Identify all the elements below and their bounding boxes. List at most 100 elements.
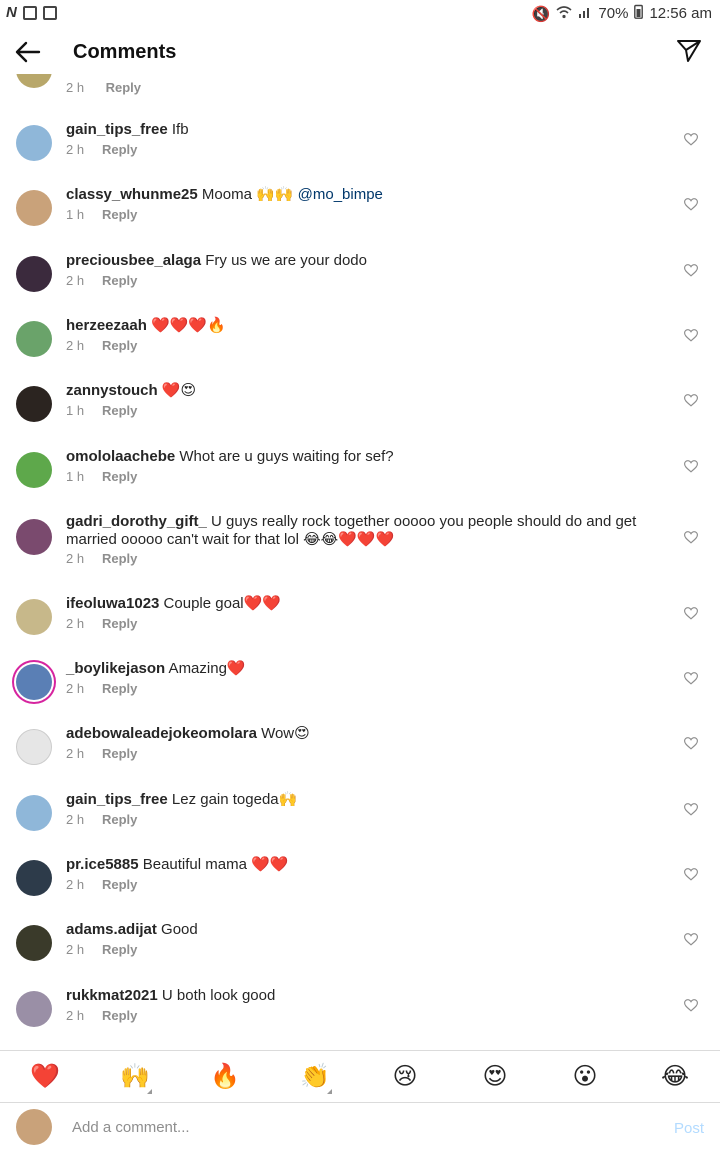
crying-face-emoji[interactable]: 😢 (385, 1063, 425, 1091)
reply-button[interactable]: Reply (102, 681, 137, 696)
reply-button[interactable]: Reply (102, 338, 137, 353)
avatar[interactable] (16, 925, 52, 962)
comment-body: U both look good (157, 986, 276, 1004)
comment-username[interactable]: gadri_dorothy_gift_ (66, 513, 207, 530)
comment-time: 2 h (66, 681, 85, 697)
heart-eyes-emoji[interactable]: 😍 (475, 1063, 515, 1091)
comment-list[interactable]: 2 h Reply gain_tips_free Ifb 2 h Reply clas… (0, 74, 720, 1050)
netflix-n-icon: N (6, 4, 17, 21)
comment-text: herzeezaah ❤️❤️❤️🔥 (66, 317, 666, 335)
avatar[interactable] (16, 190, 52, 227)
reply-button[interactable]: Reply (102, 1008, 137, 1023)
comment-text: gain_tips_free Lez gain togeda🙌 (66, 791, 666, 809)
raising-hands-emoji[interactable]: 🙌 (115, 1063, 155, 1091)
comment-username[interactable]: omololaachebe (66, 448, 175, 465)
avatar[interactable] (16, 125, 52, 161)
comment-username[interactable]: classy_whunme25 (66, 186, 198, 203)
avatar[interactable] (16, 320, 52, 357)
avatar[interactable] (16, 598, 52, 635)
like-heart-icon[interactable] (684, 530, 698, 544)
reply-button[interactable]: Reply (102, 403, 137, 418)
like-heart-icon[interactable] (684, 459, 698, 473)
reply-button[interactable]: Reply (102, 812, 137, 827)
reply-button[interactable]: Reply (102, 616, 137, 631)
reply-button[interactable]: Reply (102, 142, 137, 157)
back-arrow-icon[interactable] (14, 38, 42, 66)
comment-text: preciousbee_alaga Fry us we are your dod… (66, 252, 666, 270)
comment-meta: 2 h Reply (66, 142, 137, 157)
comment-meta: 1 h Reply (66, 469, 137, 484)
comment-username[interactable]: pr.ice5885 (66, 856, 139, 873)
reply-button[interactable]: Reply (102, 942, 137, 957)
reply-button[interactable]: Reply (102, 469, 137, 484)
comment-composer: Post (0, 1102, 720, 1153)
comment-username[interactable]: gain_tips_free (66, 791, 168, 808)
comment-meta: 2 h Reply (66, 80, 141, 95)
comment-time: 1 h (66, 468, 85, 484)
reply-button[interactable]: Reply (106, 80, 141, 95)
avatar[interactable] (16, 990, 52, 1027)
reply-button[interactable]: Reply (102, 746, 137, 761)
comment-body: Fry us we are your dodo (201, 251, 367, 269)
comment-meta: 2 h Reply (66, 942, 137, 957)
comment-username[interactable]: adams.adijat (66, 921, 157, 938)
like-heart-icon[interactable] (684, 263, 698, 277)
avatar[interactable] (16, 518, 52, 555)
send-icon[interactable] (676, 38, 702, 64)
reply-button[interactable]: Reply (102, 551, 137, 566)
comment-text: _boylikejason Amazing❤️ (66, 660, 666, 678)
reply-button[interactable]: Reply (102, 273, 137, 288)
comment-time: 2 h (66, 746, 85, 762)
comment-username[interactable]: ifeoluwa1023 (66, 595, 159, 612)
reply-button[interactable]: Reply (102, 207, 137, 222)
fire-emoji[interactable]: 🔥 (205, 1063, 245, 1091)
like-heart-icon[interactable] (684, 672, 698, 685)
like-heart-icon[interactable] (684, 998, 698, 1012)
comment-username[interactable]: rukkmat2021 (66, 987, 158, 1004)
comment-username[interactable]: adebowaleadejokeomolara (66, 725, 257, 742)
comment-body: ❤️😍 (157, 382, 197, 400)
avatar[interactable] (16, 74, 52, 88)
comment-mention[interactable]: @mo_bimpe (298, 186, 383, 203)
comment-body: Ifb (167, 121, 189, 138)
comment-input[interactable] (72, 1119, 632, 1136)
like-heart-icon[interactable] (684, 606, 698, 620)
comment-time: 2 h (66, 811, 85, 827)
surprised-face-emoji[interactable]: 😮 (565, 1063, 605, 1091)
skin-tone-indicator (327, 1089, 332, 1094)
avatar[interactable] (16, 664, 52, 701)
red-heart-emoji[interactable]: ❤️ (25, 1063, 65, 1091)
like-heart-icon[interactable] (684, 933, 698, 946)
like-heart-icon[interactable] (684, 868, 698, 881)
tears-of-joy-emoji[interactable]: 😂 (655, 1063, 695, 1091)
avatar[interactable] (16, 729, 52, 766)
avatar[interactable] (16, 255, 52, 292)
like-heart-icon[interactable] (684, 737, 698, 750)
avatar[interactable] (16, 386, 52, 423)
comment-body: Amazing❤️ (165, 660, 246, 678)
comment-time: 2 h (66, 615, 85, 631)
comment-username[interactable]: preciousbee_alaga (66, 252, 201, 269)
comment-text: pr.ice5885 Beautiful mama ❤️❤️ (66, 856, 666, 874)
avatar[interactable] (16, 451, 52, 488)
like-heart-icon[interactable] (684, 802, 698, 816)
reply-button[interactable]: Reply (102, 877, 137, 892)
comment-username[interactable]: gain_tips_free (66, 121, 168, 138)
comment-username[interactable]: zannystouch (66, 382, 158, 399)
clapping-hands-emoji[interactable]: 👏 (295, 1063, 335, 1091)
comment-meta: 2 h Reply (66, 812, 137, 827)
like-heart-icon[interactable] (684, 198, 698, 211)
comment-body: ❤️❤️❤️🔥 (146, 316, 226, 334)
like-heart-icon[interactable] (684, 394, 698, 407)
avatar[interactable] (16, 794, 52, 831)
post-button[interactable]: Post (674, 1120, 704, 1137)
comment-body: Whot are u guys waiting for sef? (175, 447, 394, 465)
comment-username[interactable]: herzeezaah (66, 317, 147, 334)
like-heart-icon[interactable] (684, 133, 698, 146)
comment-time: 2 h (66, 80, 85, 95)
sim-icon (42, 5, 57, 20)
emoji-bar: ❤️ 🙌 🔥 👏 😢 😍 😮 😂 (0, 1050, 720, 1103)
avatar[interactable] (16, 860, 52, 896)
like-heart-icon[interactable] (684, 328, 698, 342)
comment-username[interactable]: _boylikejason (66, 660, 165, 677)
